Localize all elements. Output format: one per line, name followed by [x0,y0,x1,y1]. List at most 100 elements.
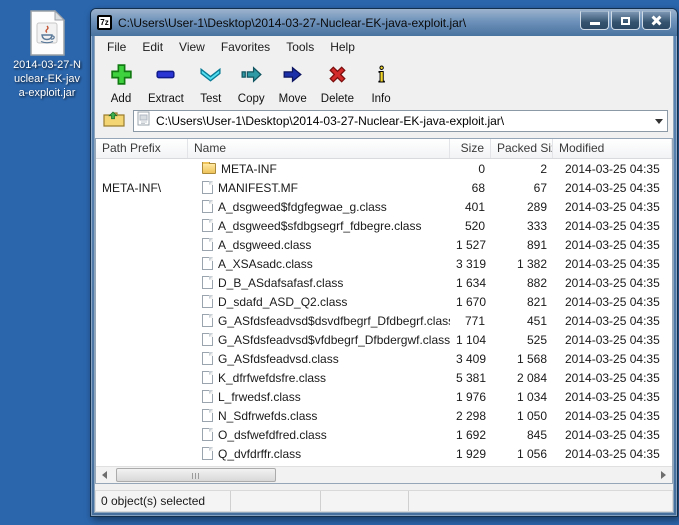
file-row[interactable]: META-INF 0 2 2014-03-25 04:35 [96,159,672,178]
cell-modified: 2014-03-25 04:35 [565,408,660,423]
cell-modified: 2014-03-25 04:35 [565,199,660,214]
cell-name[interactable]: A_dsgweed$fdgfegwae_g.class [188,200,450,214]
desktop-shortcut-jar[interactable]: 2014-03-27-N uclear-EK-jav a-exploit.jar [4,9,90,100]
cell-name[interactable]: O_dsfwefdfred.class [188,428,450,442]
cell-name[interactable]: D_B_ASdafsafasf.class [188,276,450,290]
cell-modified: 2014-03-25 04:35 [565,351,660,366]
file-name-text: G_ASfdsfeadvsd.class [218,351,339,366]
horizontal-scrollbar[interactable] [96,466,672,483]
file-icon [202,352,213,365]
scrollbar-grip [192,473,200,479]
statusbar: 0 object(s) selected [95,490,673,512]
test-button[interactable]: Test [191,60,231,107]
copy-button[interactable]: Copy [231,60,272,107]
add-button[interactable]: Add [101,60,141,107]
cell-name[interactable]: A_dsgweed.class [188,238,450,252]
cell-modified: 2014-03-25 04:35 [565,218,660,233]
cell-modified: 2014-03-25 04:35 [565,313,660,328]
cell-modified: 2014-03-25 04:35 [565,275,660,290]
file-name-text: D_B_ASdafsafasf.class [218,275,344,290]
column-header-packed-size[interactable]: Packed Size [491,139,553,158]
cell-size: 1 104 [456,332,487,347]
file-row[interactable]: L_frwedsf.class 1 976 1 034 2014-03-25 0… [96,387,672,406]
cell-name[interactable]: A_dsgweed$sfdbgsegrf_fdbegre.class [188,219,450,233]
cell-name[interactable]: Q_dvfdrffr.class [188,447,450,461]
file-name-text: A_dsgweed.class [218,237,312,252]
maximize-button[interactable] [611,11,640,30]
cell-size: 5 381 [456,370,487,385]
file-row[interactable]: D_sdafd_ASD_Q2.class 1 670 821 2014-03-2… [96,292,672,311]
cell-name[interactable]: D_sdafd_ASD_Q2.class [188,295,450,309]
file-icon [202,200,213,213]
file-row[interactable]: O_dsfwefdfred.class 1 692 845 2014-03-25… [96,425,672,444]
file-row[interactable]: G_ASfdsfeadvsd$dsvdfbegrf_Dfdbegrf.class… [96,311,672,330]
7zip-app-icon: 7z [97,15,112,30]
move-button[interactable]: Move [272,60,314,107]
scrollbar-thumb[interactable] [116,468,276,482]
file-row[interactable]: A_dsgweed$sfdbgsegrf_fdbegre.class 520 3… [96,216,672,235]
delete-x-icon [325,62,350,92]
client-area: File Edit View Favorites Tools Help Add … [94,36,674,513]
file-name-text: N_Sdfrwefds.class [218,408,318,423]
titlebar[interactable]: 7z C:\Users\User-1\Desktop\2014-03-27-Nu… [91,9,677,36]
cell-name[interactable]: G_ASfdsfeadvsd.class [188,352,450,366]
address-path[interactable]: C:\Users\User-1\Desktop\2014-03-27-Nucle… [156,114,651,128]
cell-name[interactable]: K_dfrfwefdsfre.class [188,371,450,385]
menu-view[interactable]: View [171,38,213,56]
cell-name[interactable]: META-INF [188,161,450,176]
scroll-left-button[interactable] [96,467,113,483]
menubar: File Edit View Favorites Tools Help [95,36,673,57]
close-button[interactable] [642,11,671,30]
menu-edit[interactable]: Edit [134,38,171,56]
extract-button[interactable]: Extract [141,60,191,107]
window-title: C:\Users\User-1\Desktop\2014-03-27-Nucle… [118,15,467,30]
archive-doc-icon [137,111,151,131]
cell-name[interactable]: G_ASfdsfeadvsd$dsvdfbegrf_Dfdbegrf.class [188,314,450,328]
file-row[interactable]: G_ASfdsfeadvsd$vfdbegrf_Dfbdergwf.class … [96,330,672,349]
cell-name[interactable]: L_frwedsf.class [188,390,450,404]
copy-arrow-icon [239,62,264,92]
file-row[interactable]: K_dfrfwefdsfre.class 5 381 2 084 2014-03… [96,368,672,387]
column-header-name[interactable]: Name [188,139,450,158]
up-one-level-button[interactable] [100,110,128,133]
file-icon [202,295,213,308]
file-row[interactable]: A_dsgweed$fdgfegwae_g.class 401 289 2014… [96,197,672,216]
cell-name[interactable]: A_XSAsadc.class [188,257,450,271]
address-dropdown-button[interactable] [651,111,667,131]
file-row[interactable]: Q_dvfdrffr.class 1 929 1 056 2014-03-25 … [96,444,672,463]
scroll-right-button[interactable] [655,467,672,483]
cell-packed-size: 2 [540,161,547,176]
file-row[interactable]: N_Sdfrwefds.class 2 298 1 050 2014-03-25… [96,406,672,425]
menu-tools[interactable]: Tools [278,38,322,56]
menu-favorites[interactable]: Favorites [213,38,278,56]
minimize-button[interactable] [580,11,609,30]
menu-help[interactable]: Help [322,38,363,56]
file-name-text: A_dsgweed$fdgfegwae_g.class [218,199,387,214]
file-row[interactable]: D_B_ASdafsafasf.class 1 634 882 2014-03-… [96,273,672,292]
cell-packed-size: 451 [526,313,547,328]
file-row[interactable]: META-INF\ MANIFEST.MF 68 67 2014-03-25 0… [96,178,672,197]
extract-label: Extract [148,93,184,105]
info-label: Info [371,93,391,105]
info-button[interactable]: i Info [361,60,401,107]
cell-size: 401 [464,199,485,214]
cell-name[interactable]: N_Sdfrwefds.class [188,409,450,423]
file-name-text: G_ASfdsfeadvsd$dsvdfbegrf_Dfdbegrf.class [218,313,450,328]
column-header-modified[interactable]: Modified [553,139,672,158]
menu-file[interactable]: File [99,38,134,56]
file-row[interactable]: A_dsgweed.class 1 527 891 2014-03-25 04:… [96,235,672,254]
scrollbar-track[interactable] [113,467,655,483]
add-label: Add [110,93,132,105]
cell-name[interactable]: MANIFEST.MF [188,181,450,195]
file-icon [202,333,213,346]
column-header-size[interactable]: Size [450,139,491,158]
column-header-path-prefix[interactable]: Path Prefix [96,139,188,158]
cell-name[interactable]: G_ASfdsfeadvsd$vfdbegrf_Dfbdergwf.class [188,333,450,347]
file-row[interactable]: G_ASfdsfeadvsd.class 3 409 1 568 2014-03… [96,349,672,368]
file-list-body: META-INF 0 2 2014-03-25 04:35 META-INF\ … [96,159,672,466]
file-row[interactable]: A_XSAsadc.class 3 319 1 382 2014-03-25 0… [96,254,672,273]
delete-button[interactable]: Delete [314,60,361,107]
desktop-shortcut-label: 2014-03-27-N uclear-EK-jav a-exploit.jar [13,59,81,99]
address-combo[interactable]: C:\Users\User-1\Desktop\2014-03-27-Nucle… [133,110,668,132]
file-icon [202,314,213,327]
